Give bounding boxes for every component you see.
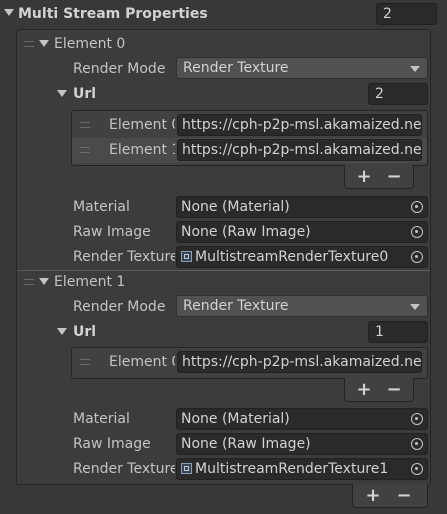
object-picker-icon[interactable] [411,463,423,475]
element-1-title: Element 1 [54,274,126,290]
multi-stream-title: Multi Stream Properties [18,6,208,22]
add-url-button[interactable]: + [355,168,373,186]
triangle-down-icon [4,9,14,16]
object-picker-icon[interactable] [411,413,423,425]
triangle-down-icon [39,40,49,47]
render-texture-icon [181,463,192,474]
raw-image-value: None (Raw Image) [181,436,311,452]
element-1-url-foldout-arrow[interactable] [57,328,67,335]
element-0-material-label: Material [73,199,130,215]
element-0-title: Element 0 [54,36,126,52]
drag-handle-icon[interactable] [80,122,90,128]
render-texture-icon [181,251,192,262]
url-item-field[interactable]: https://cph-p2p-msl.akamaized.net [177,351,422,373]
drag-handle-icon[interactable] [24,41,34,47]
element-1-url-count-field[interactable]: 1 [368,321,428,343]
url-item-label: Element 0 [109,354,175,370]
element-1-foldout-arrow[interactable] [39,278,49,285]
element-1-raw-image-field[interactable]: None (Raw Image) [176,433,428,455]
drag-handle-icon[interactable] [80,359,90,365]
raw-image-value: None (Raw Image) [181,224,311,240]
element-divider [17,270,430,271]
multi-stream-foldout-arrow[interactable] [4,9,14,16]
element-0-raw-image-label: Raw Image [73,224,151,240]
element-1-render-mode-dropdown[interactable]: Render Texture [176,295,428,317]
remove-url-button[interactable]: − [385,381,403,399]
triangle-down-icon [39,278,49,285]
element-1-material-field[interactable]: None (Material) [176,408,428,430]
drag-handle-icon[interactable] [24,279,34,285]
element-1-render-mode-label: Render Mode [73,299,166,315]
render-mode-value: Render Texture [183,60,289,76]
element-0-raw-image-field[interactable]: None (Raw Image) [176,221,428,243]
triangle-down-icon [57,328,67,335]
element-1-url-label: Url [73,324,97,340]
chevron-down-icon [410,66,420,72]
drag-handle-icon[interactable] [80,147,90,153]
render-mode-value: Render Texture [183,298,289,314]
element-0-render-texture-field[interactable]: MultistreamRenderTexture0 [176,246,428,268]
element-0-url-label: Url [73,86,97,102]
element-1-raw-image-label: Raw Image [73,436,151,452]
element-1-material-label: Material [73,411,130,427]
object-picker-icon[interactable] [411,438,423,450]
add-url-button[interactable]: + [355,381,373,399]
object-picker-icon[interactable] [411,251,423,263]
element-1-render-texture-field[interactable]: MultistreamRenderTexture1 [176,458,428,480]
remove-element-button[interactable]: − [395,487,413,505]
add-element-button[interactable]: + [364,487,382,505]
render-texture-value: MultistreamRenderTexture0 [195,249,389,265]
element-0-render-texture-label: Render Texture [73,249,175,265]
triangle-down-icon [57,90,67,97]
url-item-field[interactable]: https://cph-p2p-msl.akamaized.net [177,139,422,161]
chevron-down-icon [410,304,420,310]
element-0-url-foldout-arrow[interactable] [57,90,67,97]
render-texture-value: MultistreamRenderTexture1 [195,461,389,477]
element-0-render-mode-label: Render Mode [73,61,166,77]
url-item-field[interactable]: https://cph-p2p-msl.akamaized.net [177,114,422,136]
element-1-render-texture-label: Render Texture [73,461,175,477]
element-0-material-field[interactable]: None (Material) [176,196,428,218]
multi-stream-count-field[interactable]: 2 [376,3,437,25]
element-0-url-count-field[interactable]: 2 [368,83,428,105]
material-value: None (Material) [181,411,290,427]
material-value: None (Material) [181,199,290,215]
url-item-label: Element 1 [109,142,175,158]
element-0-foldout-arrow[interactable] [39,40,49,47]
element-0-render-mode-dropdown[interactable]: Render Texture [176,57,428,79]
url-item-label: Element 0 [109,117,175,133]
object-picker-icon[interactable] [411,226,423,238]
object-picker-icon[interactable] [411,201,423,213]
remove-url-button[interactable]: − [385,168,403,186]
